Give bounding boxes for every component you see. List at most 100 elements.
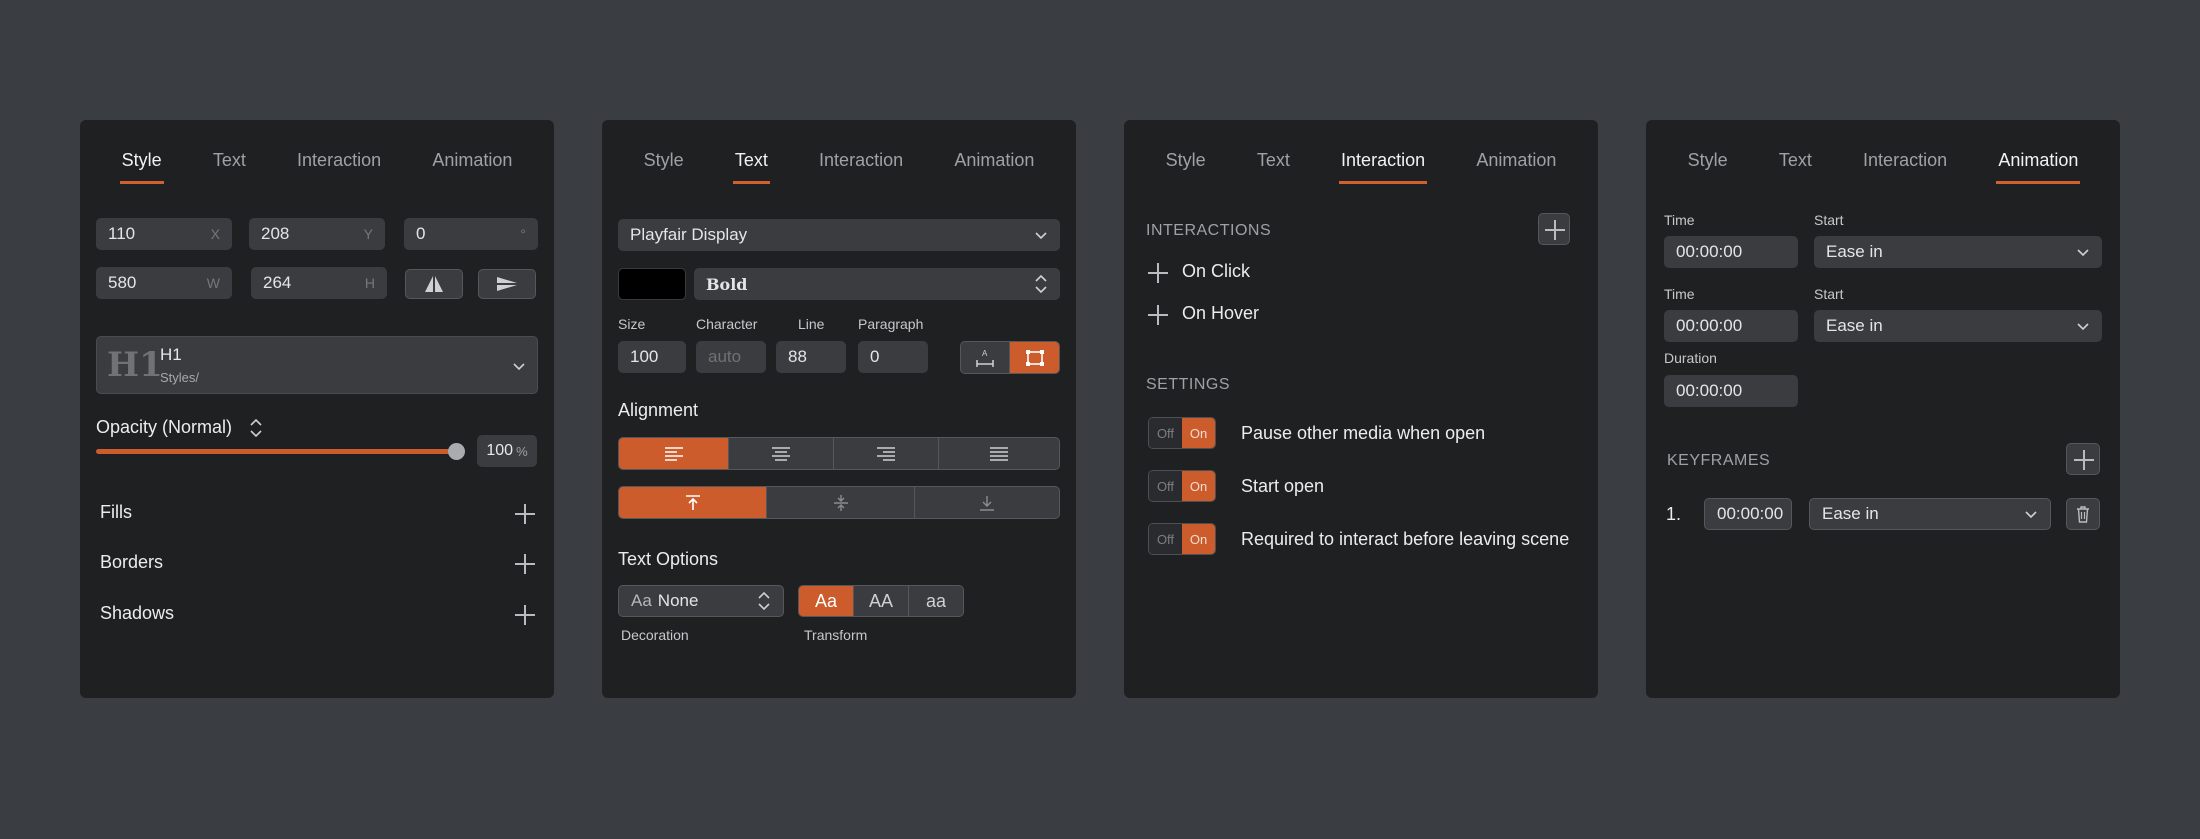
add-on-hover-icon[interactable] bbox=[1148, 305, 1168, 325]
flip-vertical-button[interactable] bbox=[478, 269, 536, 299]
plus-icon bbox=[1545, 220, 1565, 240]
transform-capitalize-button[interactable]: Aa bbox=[799, 586, 854, 616]
height-field[interactable]: 264 H bbox=[251, 267, 387, 299]
time-value: 00:00:00 bbox=[1676, 242, 1743, 261]
tab-animation[interactable]: Animation bbox=[952, 138, 1036, 184]
text-style-selector[interactable]: H1 H1 Styles/ bbox=[96, 336, 538, 394]
require-interact-toggle[interactable]: Off On bbox=[1148, 523, 1216, 555]
tab-interaction[interactable]: Interaction bbox=[1861, 138, 1949, 184]
tab-animation[interactable]: Animation bbox=[1996, 138, 2081, 184]
paragraph-spacing-field[interactable]: 0 bbox=[858, 341, 928, 373]
opacity-slider-handle[interactable] bbox=[448, 443, 465, 460]
decoration-label: Decoration bbox=[621, 627, 689, 643]
chevron-down-icon bbox=[2077, 249, 2089, 257]
text-color-swatch[interactable] bbox=[618, 268, 686, 300]
tab-style[interactable]: Style bbox=[119, 138, 164, 184]
add-shadow-icon[interactable] bbox=[515, 605, 535, 625]
align-right-button[interactable] bbox=[834, 438, 939, 469]
width-value: 580 bbox=[108, 273, 137, 292]
heading-style-icon: H1 bbox=[107, 345, 163, 385]
opacity-label: Opacity (Normal) bbox=[96, 417, 233, 437]
align-left-button[interactable] bbox=[619, 438, 729, 469]
delete-keyframe-button[interactable] bbox=[2066, 498, 2100, 530]
tab-style[interactable]: Style bbox=[1686, 138, 1730, 184]
transform-lowercase-button[interactable]: aa bbox=[909, 586, 963, 616]
tab-interaction[interactable]: Interaction bbox=[1339, 138, 1428, 184]
add-border-icon[interactable] bbox=[515, 554, 535, 574]
decoration-select[interactable]: Aa None bbox=[618, 585, 784, 617]
align-middle-button[interactable] bbox=[767, 487, 915, 518]
tab-interaction[interactable]: Interaction bbox=[817, 138, 905, 184]
duration-value: 00:00:00 bbox=[1676, 381, 1743, 400]
transform-uppercase-button[interactable]: AA bbox=[854, 586, 909, 616]
blend-mode-stepper-icon[interactable] bbox=[249, 418, 263, 438]
toggle-on-label: On bbox=[1182, 418, 1215, 448]
tab-text[interactable]: Text bbox=[1777, 138, 1814, 184]
auto-height-icon: A bbox=[976, 349, 994, 367]
duration-field[interactable]: 00:00:00 bbox=[1664, 375, 1798, 407]
font-family-select[interactable]: Playfair Display bbox=[618, 219, 1060, 251]
pause-media-toggle[interactable]: Off On bbox=[1148, 417, 1216, 449]
align-justify-button[interactable] bbox=[939, 438, 1059, 469]
y-field[interactable]: 208 Y bbox=[249, 218, 385, 250]
opacity-value: 100 bbox=[486, 442, 514, 459]
height-suffix: H bbox=[364, 275, 375, 291]
add-fill-icon[interactable] bbox=[515, 504, 535, 524]
vertical-alignment-group bbox=[618, 486, 1060, 519]
duration-label: Duration bbox=[1664, 350, 1717, 366]
style-title: H1 bbox=[160, 345, 182, 364]
tab-style[interactable]: Style bbox=[642, 138, 686, 184]
start-label: Start bbox=[1814, 286, 1844, 302]
rotation-suffix: ° bbox=[520, 226, 526, 242]
svg-text:A: A bbox=[982, 349, 988, 358]
font-size-field[interactable]: 100 bbox=[618, 341, 686, 373]
character-spacing-field[interactable]: auto bbox=[696, 341, 766, 373]
fixed-size-button[interactable] bbox=[1010, 342, 1059, 373]
align-bottom-button[interactable] bbox=[915, 487, 1059, 518]
tab-text[interactable]: Text bbox=[732, 138, 770, 184]
time-field[interactable]: 00:00:00 bbox=[1664, 236, 1798, 268]
keyframe-easing-select[interactable]: Ease in bbox=[1809, 498, 2051, 530]
tab-text[interactable]: Text bbox=[1255, 138, 1292, 184]
settings-header: SETTINGS bbox=[1146, 376, 1231, 393]
add-interaction-button[interactable] bbox=[1538, 213, 1570, 245]
time-label: Time bbox=[1664, 286, 1695, 302]
rotation-field[interactable]: 0 ° bbox=[404, 218, 538, 250]
on-click-item[interactable]: On Click bbox=[1182, 261, 1250, 282]
keyframe-time-value: 00:00:00 bbox=[1717, 504, 1784, 523]
width-field[interactable]: 580 W bbox=[96, 267, 232, 299]
tab-animation[interactable]: Animation bbox=[1474, 138, 1558, 184]
tab-style[interactable]: Style bbox=[1164, 138, 1208, 184]
align-center-button[interactable] bbox=[729, 438, 834, 469]
opacity-slider-track[interactable] bbox=[96, 449, 456, 454]
require-interact-label: Required to interact before leaving scen… bbox=[1241, 529, 1570, 549]
add-on-click-icon[interactable] bbox=[1148, 263, 1168, 283]
tab-bar: Style Text Interaction Animation bbox=[96, 138, 538, 184]
font-weight-select[interactable]: Bold bbox=[694, 268, 1060, 300]
on-hover-item[interactable]: On Hover bbox=[1182, 303, 1259, 324]
text-transform-group: Aa AA aa bbox=[798, 585, 964, 617]
flip-horizontal-button[interactable] bbox=[405, 269, 463, 299]
start-easing-value: Ease in bbox=[1826, 242, 1883, 261]
auto-height-button[interactable]: A bbox=[961, 342, 1011, 373]
character-spacing-placeholder: auto bbox=[708, 347, 742, 366]
start-easing-select[interactable]: Ease in bbox=[1814, 236, 2102, 268]
tab-animation[interactable]: Animation bbox=[430, 138, 514, 184]
stepper-icon bbox=[1035, 274, 1047, 294]
opacity-value-field[interactable]: 100 % bbox=[477, 435, 537, 467]
character-label: Character bbox=[696, 316, 758, 332]
time-field[interactable]: 00:00:00 bbox=[1664, 310, 1798, 342]
align-right-icon bbox=[877, 446, 895, 461]
horizontal-alignment-group bbox=[618, 437, 1060, 470]
keyframe-time-field[interactable]: 00:00:00 bbox=[1704, 498, 1792, 530]
x-field[interactable]: 110 X bbox=[96, 218, 232, 250]
align-top-button[interactable] bbox=[619, 487, 767, 518]
start-easing-select[interactable]: Ease in bbox=[1814, 310, 2102, 342]
line-height-field[interactable]: 88 bbox=[776, 341, 846, 373]
tab-text[interactable]: Text bbox=[211, 138, 248, 184]
add-keyframe-button[interactable] bbox=[2066, 443, 2100, 475]
x-suffix: X bbox=[210, 226, 220, 242]
style-path: Styles/ bbox=[160, 370, 200, 385]
start-open-toggle[interactable]: Off On bbox=[1148, 470, 1216, 502]
tab-interaction[interactable]: Interaction bbox=[295, 138, 383, 184]
